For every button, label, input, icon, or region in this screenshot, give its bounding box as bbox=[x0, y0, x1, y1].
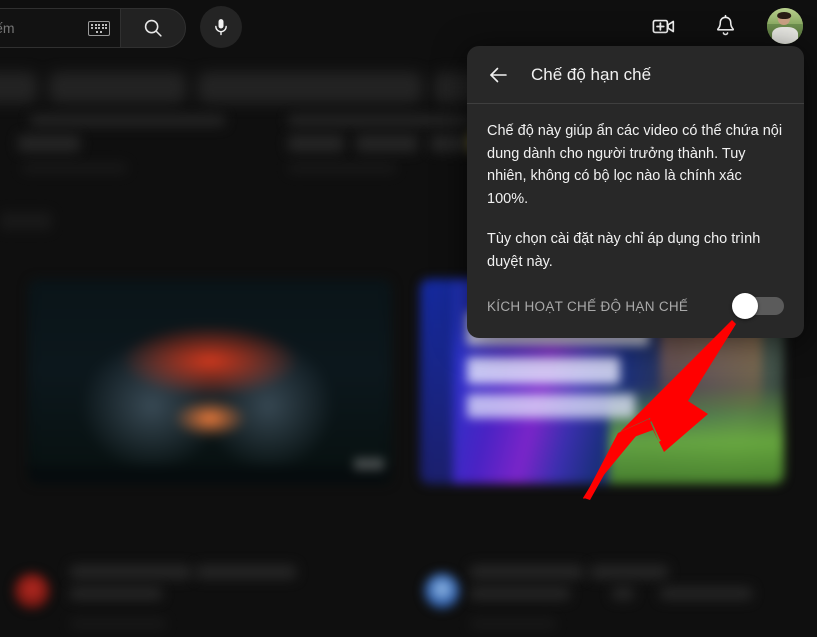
search-button[interactable] bbox=[120, 8, 186, 48]
blurred-text-line bbox=[0, 212, 52, 230]
blurred-text-line bbox=[288, 115, 474, 126]
popup-description-1: Chế độ này giúp ẩn các video có thể chứa… bbox=[487, 123, 783, 207]
youtube-page: Chế độ hạn chế Chế độ này giúp ẩn các vi… bbox=[0, 0, 817, 637]
popup-title: Chế độ hạn chế bbox=[531, 64, 652, 84]
blurred-text-line bbox=[30, 115, 225, 126]
video-plus-icon bbox=[652, 19, 674, 33]
voice-search-button[interactable] bbox=[200, 6, 242, 48]
blurred-text-line bbox=[356, 135, 418, 152]
blurred-text-line bbox=[22, 163, 127, 173]
toggle-knob bbox=[732, 293, 758, 319]
filter-chip[interactable] bbox=[49, 71, 186, 103]
video-title-line bbox=[660, 587, 752, 600]
channel-avatar[interactable] bbox=[14, 573, 50, 609]
create-video-button[interactable] bbox=[643, 6, 683, 46]
channel-avatar[interactable] bbox=[424, 573, 460, 609]
video-title-line bbox=[470, 587, 570, 600]
popup-description-2: Tùy chọn cài đặt này chỉ áp dụng cho trì… bbox=[487, 231, 761, 270]
video-title-line bbox=[612, 587, 634, 600]
filter-chip[interactable] bbox=[198, 71, 422, 103]
search-icon bbox=[144, 19, 162, 37]
restricted-mode-popup: Chế độ hạn chế Chế độ này giúp ẩn các vi… bbox=[467, 46, 804, 338]
bell-icon bbox=[716, 14, 734, 35]
video-channel-line bbox=[470, 619, 556, 629]
restricted-mode-toggle[interactable] bbox=[732, 293, 784, 319]
blurred-text-line bbox=[288, 163, 396, 173]
popup-header: Chế độ hạn chế bbox=[467, 46, 804, 104]
video-title-line bbox=[470, 565, 584, 579]
restricted-mode-toggle-label: KÍCH HOẠT CHẾ ĐỘ HẠN CHẾ bbox=[487, 298, 689, 314]
video-thumbnail[interactable] bbox=[28, 279, 392, 484]
video-title-line bbox=[70, 587, 162, 600]
microphone-icon bbox=[215, 19, 227, 36]
search-bar[interactable] bbox=[0, 8, 187, 48]
back-button[interactable] bbox=[481, 58, 515, 92]
video-title-line bbox=[70, 565, 192, 579]
video-channel-line bbox=[70, 619, 166, 629]
arrow-left-icon bbox=[490, 67, 507, 82]
account-avatar[interactable] bbox=[767, 8, 803, 44]
header-actions bbox=[643, 6, 803, 46]
search-input[interactable] bbox=[0, 20, 88, 36]
keyboard-icon[interactable] bbox=[88, 20, 110, 36]
video-title-line bbox=[196, 565, 296, 579]
blurred-text-line bbox=[288, 135, 344, 152]
search-input-container[interactable] bbox=[0, 8, 120, 48]
filter-chip[interactable] bbox=[0, 71, 37, 103]
video-title-line bbox=[590, 565, 668, 579]
restricted-mode-toggle-row: KÍCH HOẠT CHẾ ĐỘ HẠN CHẾ bbox=[467, 291, 804, 319]
blurred-text-line bbox=[18, 135, 80, 152]
popup-body: Chế độ này giúp ẩn các video có thể chứa… bbox=[467, 104, 804, 273]
blurred-text-line bbox=[430, 135, 470, 152]
notifications-button[interactable] bbox=[705, 6, 745, 46]
